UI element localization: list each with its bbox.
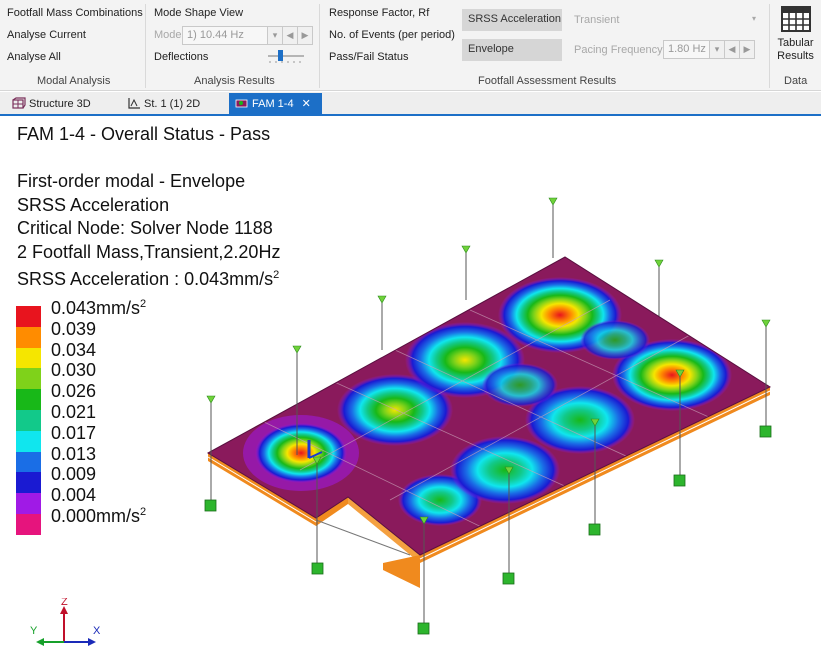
legend-label: 0.000mm/s2 — [51, 506, 146, 527]
tabular-results-label: Results — [777, 50, 814, 62]
mode-shape-view-button[interactable]: Mode Shape View — [154, 7, 243, 19]
tab-label: FAM 1-4 — [252, 98, 294, 110]
footfall-results-group-label: Footfall Assessment Results — [478, 75, 617, 87]
legend-swatch — [16, 368, 41, 390]
legend-swatch — [16, 410, 41, 431]
legend-label: 0.021 — [51, 402, 96, 423]
legend-label: 0.039 — [51, 319, 96, 340]
axis-y-label: Y — [30, 625, 38, 637]
deflections-slider-thumb[interactable] — [278, 50, 283, 61]
no-of-events-button[interactable]: No. of Events (per period) — [329, 29, 455, 41]
pacing-frequency-next-button[interactable]: ▶ — [739, 40, 755, 59]
data-group: Tabular Results Data — [770, 0, 821, 91]
legend-swatch — [16, 347, 41, 369]
mode-prev-button[interactable]: ◀ — [282, 26, 298, 45]
view-title: FAM 1-4 - Overall Status - Pass — [17, 124, 271, 144]
legend-swatch — [16, 493, 41, 515]
legend-label: 0.013 — [51, 444, 96, 465]
analyse-current-button[interactable]: Analyse Current — [7, 29, 86, 41]
mode-next-button[interactable]: ▶ — [297, 26, 313, 45]
srss-value: SRSS Acceleration : 0.043mm/s — [17, 269, 274, 289]
drawing-2d-icon — [128, 98, 140, 109]
legend-label: 0.043mm/s2 — [51, 298, 146, 319]
legend-swatch — [16, 514, 41, 535]
legend-value: 0.000mm/s — [51, 506, 141, 526]
analysis-results-group: Mode Shape View Mode 1) 10.44 Hz ▾ ◀ ▶ D… — [146, 0, 318, 91]
pacing-frequency-prev-button[interactable]: ◀ — [724, 40, 740, 59]
analysis-results-group-label: Analysis Results — [194, 75, 275, 87]
tab-st-1-2d[interactable]: St. 1 (1) 2D — [121, 93, 206, 115]
legend-label: 0.017 — [51, 423, 96, 444]
legend-value: 0.026 — [51, 381, 97, 402]
table-icon — [780, 6, 811, 32]
deflections-label: Deflections — [154, 51, 209, 63]
response-factor-button[interactable]: Response Factor, Rf — [329, 7, 429, 19]
legend-value: 0.009 — [51, 464, 97, 485]
pass-fail-status-button[interactable]: Pass/Fail Status — [329, 51, 408, 63]
legend-value: 0.034 — [51, 339, 97, 360]
axis-x-label: X — [93, 625, 101, 637]
document-tab-bar: Structure 3D St. 1 (1) 2D FAM 1-4 ✕ — [0, 92, 821, 116]
tab-label: Structure 3D — [29, 98, 91, 110]
close-icon[interactable]: ✕ — [302, 98, 311, 110]
result-info-block: First-order modal - Envelope SRSS Accele… — [17, 170, 280, 292]
modal-analysis-group: Footfall Mass Combinations Analyse Curre… — [0, 0, 145, 91]
tab-fam-1-4[interactable]: FAM 1-4 ✕ — [229, 93, 322, 115]
legend-label: 0.009 — [51, 464, 96, 485]
srss-acceleration-button[interactable]: SRSS Acceleration — [462, 9, 562, 31]
legend-swatch — [16, 326, 41, 348]
unit-superscript: 2 — [140, 506, 147, 518]
pacing-frequency-dropdown-arrow[interactable]: ▾ — [709, 40, 725, 59]
ribbon: Footfall Mass Combinations Analyse Curre… — [0, 0, 821, 91]
fam-icon — [235, 99, 248, 108]
legend-swatch — [16, 472, 41, 494]
legend-swatch — [16, 451, 41, 473]
tabular-results-label: Tabular — [777, 37, 814, 49]
mode-dropdown-arrow[interactable]: ▾ — [267, 26, 283, 45]
legend-value: 0.021 — [51, 402, 97, 422]
unit-superscript: 2 — [140, 298, 147, 310]
axis-z-label: Z — [61, 598, 68, 608]
legend-swatch — [16, 306, 41, 327]
footfall-results-group: Response Factor, Rf No. of Events (per p… — [320, 0, 768, 91]
legend-value: 0.004 — [51, 485, 97, 506]
footfall-mass-combinations-button[interactable]: Footfall Mass Combinations — [7, 7, 143, 19]
legend-label: 0.034 — [51, 340, 96, 361]
tabular-results-button[interactable]: Tabular Results — [770, 4, 821, 68]
legend-label: 0.030 — [51, 360, 96, 381]
legend-value: 0.030 — [51, 360, 97, 381]
tab-label: St. 1 (1) 2D — [144, 98, 201, 110]
axis-triad: Z X Y — [30, 598, 101, 646]
deflections-slider[interactable] — [266, 48, 308, 64]
legend-value: 0.013 — [51, 443, 97, 464]
legend-label: 0.026 — [51, 381, 96, 402]
legend-value: 0.043mm/s — [51, 298, 141, 318]
structure-3d-icon — [12, 97, 26, 109]
info-line: First-order modal - Envelope — [17, 171, 246, 191]
info-line: Critical Node: Solver Node 1188 — [17, 218, 273, 238]
legend-label: 0.004 — [51, 485, 96, 506]
mode-label: Mode — [154, 29, 182, 41]
legend-swatch — [16, 430, 41, 452]
info-line: 2 Footfall Mass,Transient,2.20Hz — [17, 241, 281, 262]
srss-value-line: SRSS Acceleration : 0.043mm/s2 — [17, 264, 280, 292]
pacing-frequency-input[interactable]: 1.80 Hz — [663, 40, 710, 59]
unit-superscript: 2 — [273, 269, 280, 281]
legend-value: 0.039 — [51, 318, 97, 339]
results-viewport[interactable]: FAM 1-4 - Overall Status - Pass First-or… — [0, 118, 821, 661]
transient-select[interactable]: Transient — [574, 14, 619, 26]
data-group-label: Data — [784, 75, 808, 87]
analyse-all-button[interactable]: Analyse All — [7, 51, 61, 63]
transient-dropdown-arrow[interactable]: ▾ — [752, 14, 756, 23]
legend-value: 0.017 — [51, 422, 97, 443]
legend-swatch — [16, 389, 41, 411]
envelope-button[interactable]: Envelope — [462, 39, 562, 61]
mode-select[interactable]: 1) 10.44 Hz — [182, 26, 268, 45]
info-line: SRSS Acceleration — [17, 194, 170, 215]
modal-analysis-group-label: Modal Analysis — [37, 75, 111, 87]
pacing-frequency-label: Pacing Frequency — [574, 44, 663, 56]
tab-structure-3d[interactable]: Structure 3D — [6, 93, 97, 115]
